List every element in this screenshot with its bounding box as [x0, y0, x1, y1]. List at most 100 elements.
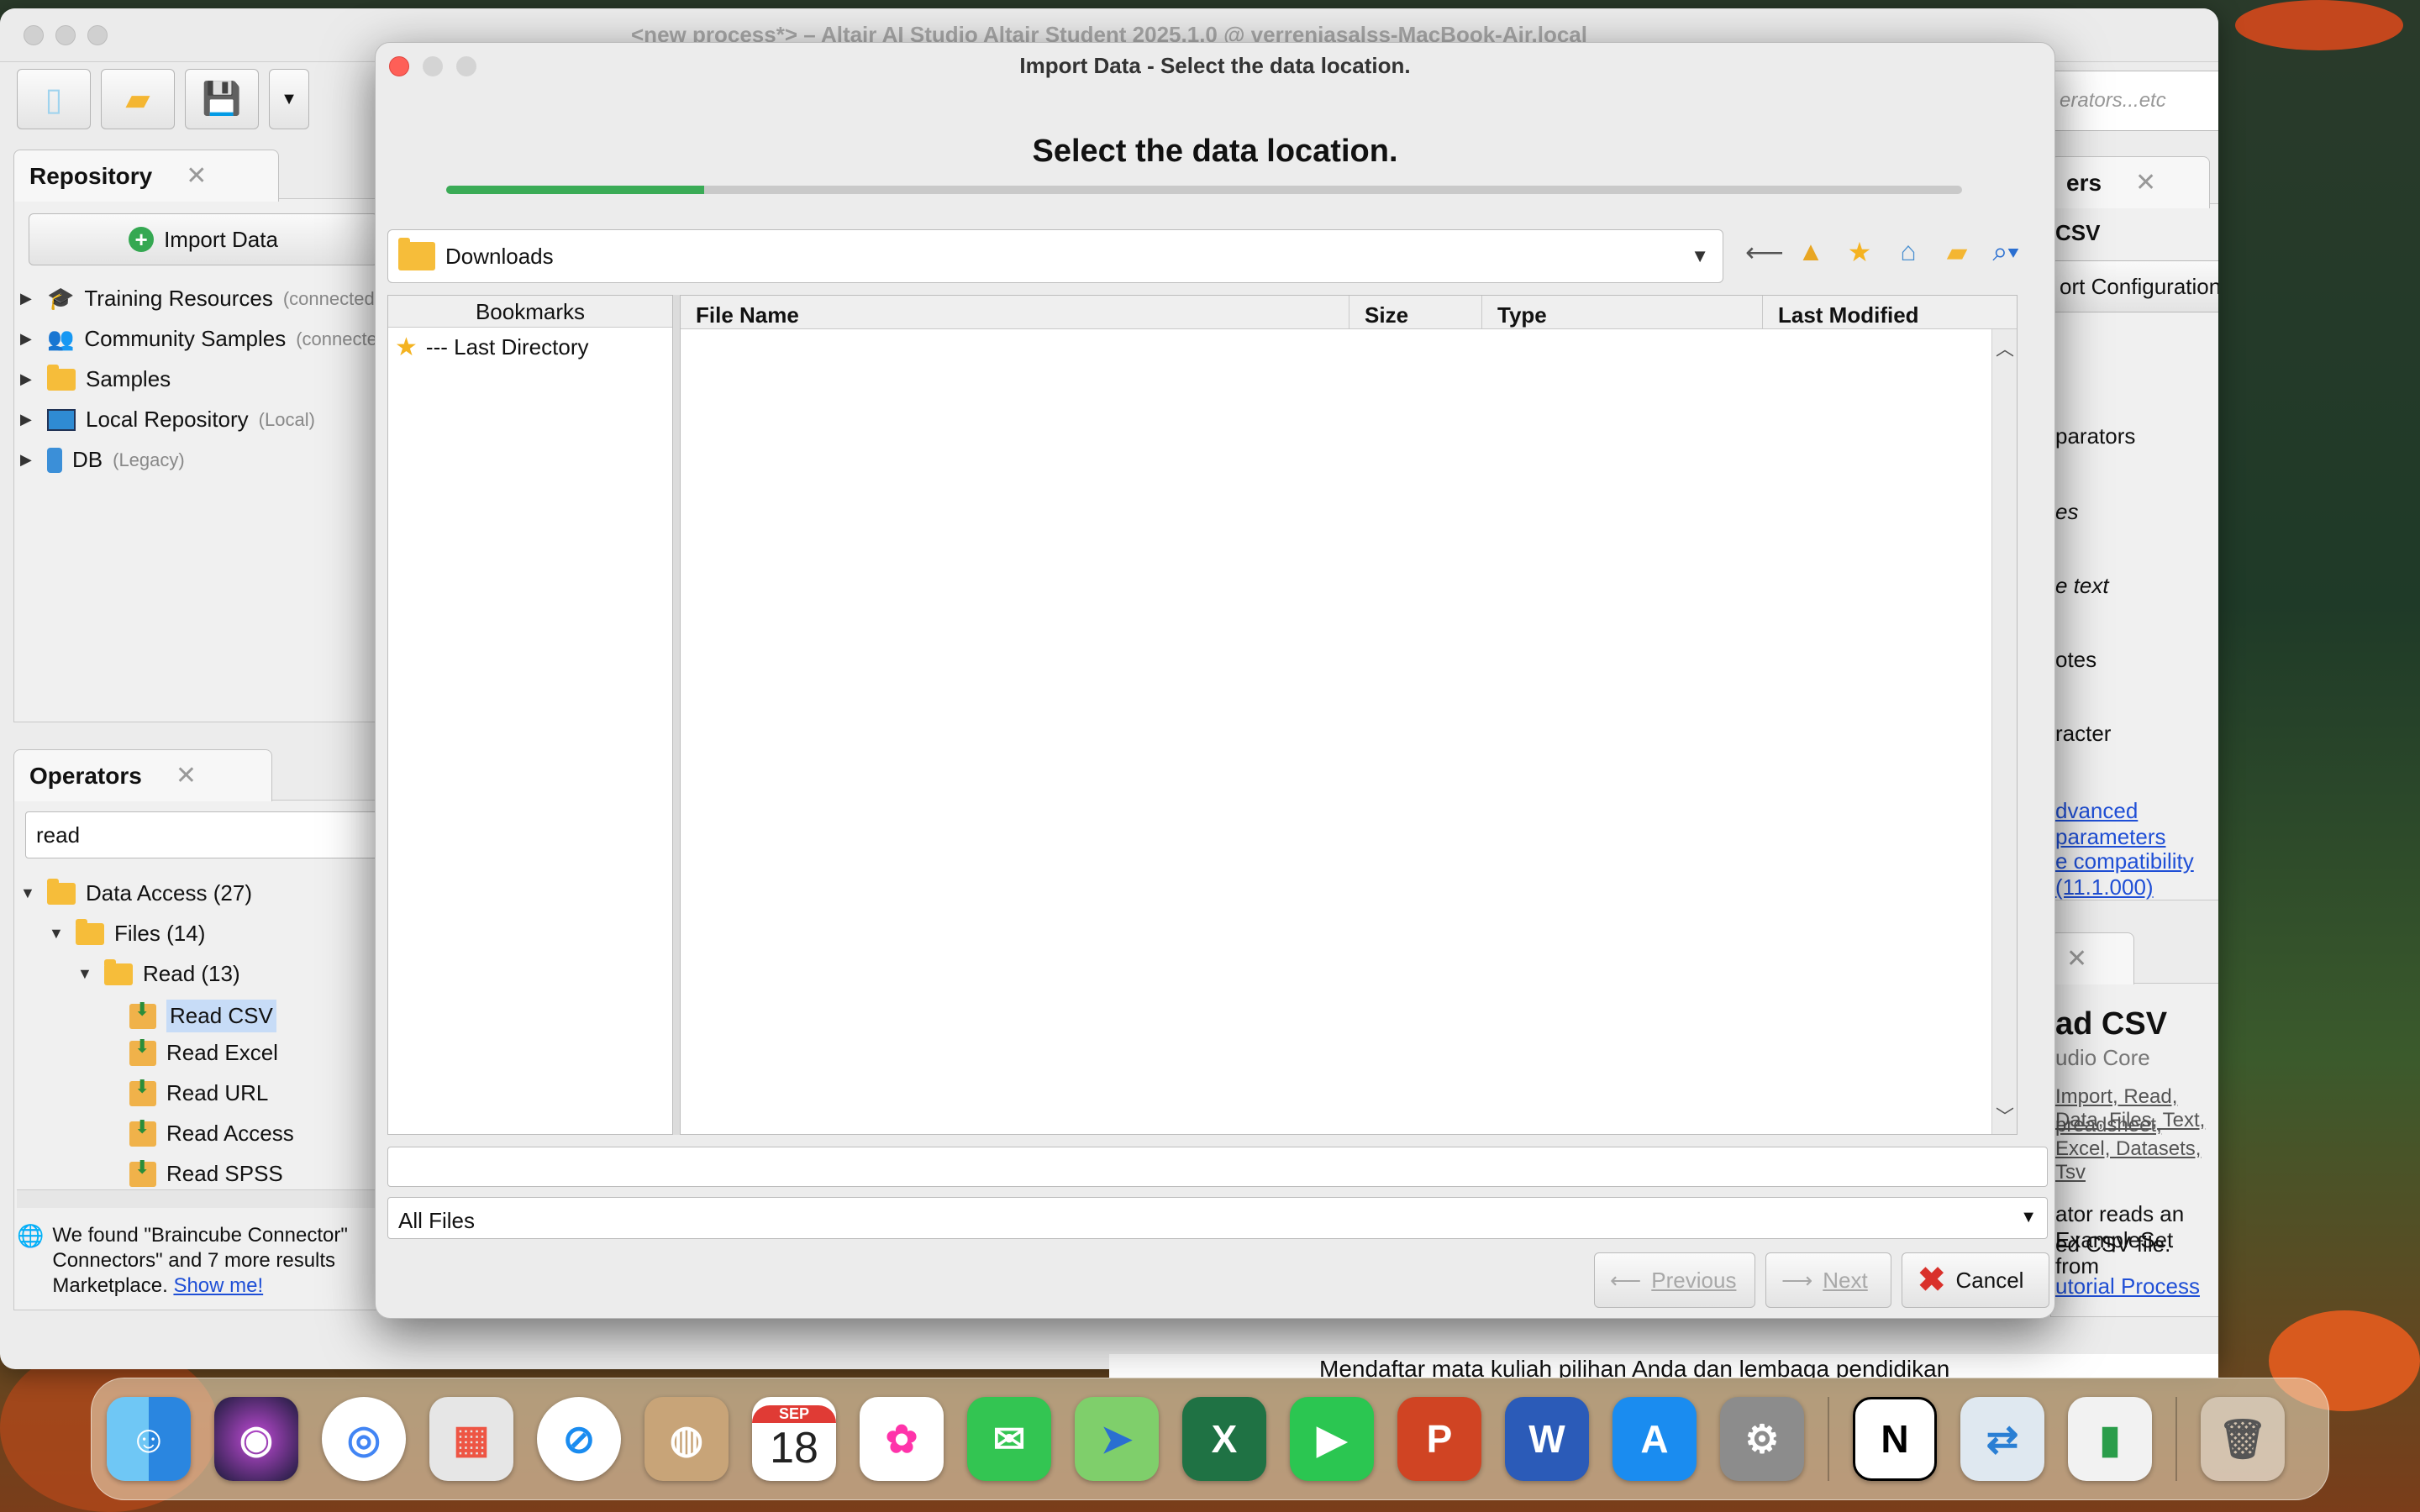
chrome-icon[interactable]: ◎ [322, 1397, 406, 1481]
home-icon[interactable]: ⌂ [1891, 236, 1925, 268]
tab-operators[interactable]: Operators ✕ [13, 749, 272, 801]
new-process-button[interactable]: ▯ [17, 69, 91, 129]
close-window-button[interactable] [24, 25, 44, 45]
splitter-handle[interactable] [673, 295, 680, 1135]
chevron-right-icon[interactable]: ▶ [20, 451, 37, 469]
chevron-right-icon[interactable]: ▶ [20, 411, 37, 428]
repo-item-local-repository[interactable]: ▶ Local Repository (Local) [20, 407, 315, 433]
repo-item-db[interactable]: ▶ DB (Legacy) [20, 447, 185, 473]
numbers-icon[interactable]: ▮ [2068, 1397, 2152, 1481]
compatibility-link[interactable]: e compatibility (11.1.000) [2055, 848, 2218, 900]
file-type-filter-dropdown[interactable]: All Files ▼ [387, 1197, 2048, 1239]
column-last-modified[interactable]: Last Modified [1763, 296, 2017, 328]
background-text: Mendaftar mata kuliah pilihan Anda dan l… [1319, 1356, 1950, 1378]
repo-item-community-samples[interactable]: ▶ 👥 Community Samples (connected) [20, 326, 393, 352]
operator-read-access[interactable]: Read Access [129, 1116, 294, 1147]
repo-item-samples[interactable]: ▶ Samples [20, 364, 171, 392]
operator-read-url[interactable]: Read URL [129, 1076, 268, 1106]
column-file-name[interactable]: File Name [681, 296, 1349, 328]
save-icon: 💾 [202, 81, 242, 117]
close-icon[interactable]: ✕ [2066, 944, 2087, 974]
help-tags[interactable]: preadsheet, Excel, Datasets, Tsv [2055, 1114, 2218, 1184]
operator-read-spss[interactable]: Read SPSS [129, 1157, 283, 1187]
search-placeholder: erators...etc [2060, 89, 2166, 112]
messages-icon[interactable]: ✉ [967, 1397, 1051, 1481]
operator-search-box[interactable]: erators...etc ⌕ [2050, 71, 2218, 131]
new-folder-icon[interactable]: ▰ [1940, 236, 1974, 268]
read-operator-icon [129, 1116, 156, 1147]
zoom-window-button[interactable] [87, 25, 108, 45]
location-dropdown[interactable]: Downloads ▼ [387, 229, 1723, 283]
chevron-down-icon[interactable]: ▼ [20, 885, 37, 902]
file-list-scrollbar[interactable]: ︿ ﹀ [1991, 329, 2017, 1134]
view-options-icon[interactable]: ⌕▾ [1989, 236, 2023, 268]
save-dropdown-button[interactable]: ▼ [269, 69, 309, 129]
maps-icon[interactable]: ➤ [1075, 1397, 1159, 1481]
show-me-link[interactable]: Show me! [173, 1274, 263, 1297]
horizontal-scrollbar[interactable] [17, 1189, 378, 1208]
close-icon[interactable]: ✕ [186, 161, 207, 191]
chevron-down-icon[interactable]: ▼ [49, 925, 66, 942]
close-dialog-button[interactable] [389, 56, 409, 76]
siri-icon[interactable]: ◉ [214, 1397, 298, 1481]
minimize-window-button[interactable] [55, 25, 76, 45]
operator-tree-item[interactable]: ▼ Read (13) [77, 958, 240, 987]
chevron-right-icon[interactable]: ▶ [20, 330, 37, 348]
operator-tree-item[interactable]: ▼ Data Access (27) [20, 878, 252, 906]
migration-assistant-icon[interactable]: ⇄ [1960, 1397, 2044, 1481]
parent-folder-icon[interactable]: ▲ [1794, 236, 1828, 268]
add-bookmark-icon[interactable]: ★ [1843, 236, 1876, 268]
operator-read-excel[interactable]: Read Excel [129, 1036, 278, 1066]
facetime-icon[interactable]: ▶ [1290, 1397, 1374, 1481]
tab-help[interactable]: ✕ [2050, 932, 2134, 984]
close-icon[interactable]: ✕ [176, 761, 197, 790]
system-settings-icon[interactable]: ⚙ [1720, 1397, 1804, 1481]
app-store-icon[interactable]: A [1612, 1397, 1697, 1481]
save-process-button[interactable]: 💾 [185, 69, 259, 129]
word-icon[interactable]: W [1505, 1397, 1589, 1481]
dock: ☺ ◉ ◎ ▦ ⊘ ◍ SEP 18 ✿ ✉ ➤ X ▶ P W A ⚙ N ⇄… [91, 1378, 2329, 1500]
notion-icon[interactable]: N [1853, 1397, 1937, 1481]
photos-icon[interactable]: ✿ [860, 1397, 944, 1481]
close-icon[interactable]: ✕ [2135, 168, 2156, 197]
trash-icon[interactable]: 🗑 [2201, 1397, 2285, 1481]
operator-tree-item[interactable]: ▼ Files (14) [49, 918, 206, 947]
import-configuration-wizard-button[interactable]: ort Configuration Wizard... [2050, 260, 2218, 312]
operator-search-input[interactable]: read [25, 811, 378, 858]
chevron-down-icon[interactable]: ▼ [77, 965, 94, 983]
chevron-right-icon[interactable]: ▶ [20, 370, 37, 388]
tab-repository[interactable]: Repository ✕ [13, 150, 279, 202]
tab-label: Repository [29, 162, 153, 189]
repo-item-training-resources[interactable]: ▶ 🎓 Training Resources (connected) [20, 286, 381, 312]
minimize-dialog-button[interactable] [423, 56, 443, 76]
chevron-right-icon[interactable]: ▶ [20, 290, 37, 307]
bookmark-item[interactable]: ★ --- Last Directory [388, 328, 672, 367]
show-advanced-parameters-link[interactable]: dvanced parameters [2055, 798, 2218, 850]
chevron-down-icon[interactable]: ﹀ [1996, 1102, 2014, 1129]
contacts-icon[interactable]: ◍ [644, 1397, 729, 1481]
powerpoint-icon[interactable]: P [1397, 1397, 1481, 1481]
tutorial-process-link[interactable]: utorial Process [2055, 1273, 2200, 1299]
operator-read-csv[interactable]: Read CSV [129, 999, 276, 1032]
launchpad-icon[interactable]: ▦ [429, 1397, 513, 1481]
chevron-up-icon[interactable]: ︿ [1996, 334, 2014, 361]
back-arrow-icon[interactable]: ⟵ [1745, 236, 1784, 268]
import-data-button[interactable]: + Import Data [29, 213, 378, 265]
column-type[interactable]: Type [1482, 296, 1763, 328]
cancel-button[interactable]: ✖ Cancel [1902, 1252, 2049, 1308]
chevron-down-icon: ▼ [1691, 245, 1709, 266]
tab-parameters[interactable]: ers ✕ [2050, 156, 2210, 208]
folder-icon [47, 878, 76, 905]
column-size[interactable]: Size [1349, 296, 1482, 328]
safari-icon[interactable]: ⊘ [537, 1397, 621, 1481]
tree-item-label: Files (14) [114, 921, 206, 946]
zoom-dialog-button[interactable] [456, 56, 476, 76]
finder-icon[interactable]: ☺ [107, 1397, 191, 1481]
previous-button[interactable]: ⟵ Previous [1594, 1252, 1755, 1308]
next-button[interactable]: ⟶ Next [1765, 1252, 1891, 1308]
calendar-icon[interactable]: SEP 18 [752, 1397, 836, 1481]
filename-input[interactable] [387, 1147, 2048, 1187]
tree-item-label: Data Access (27) [86, 880, 252, 906]
excel-icon[interactable]: X [1182, 1397, 1266, 1481]
open-process-button[interactable]: ▰ [101, 69, 175, 129]
